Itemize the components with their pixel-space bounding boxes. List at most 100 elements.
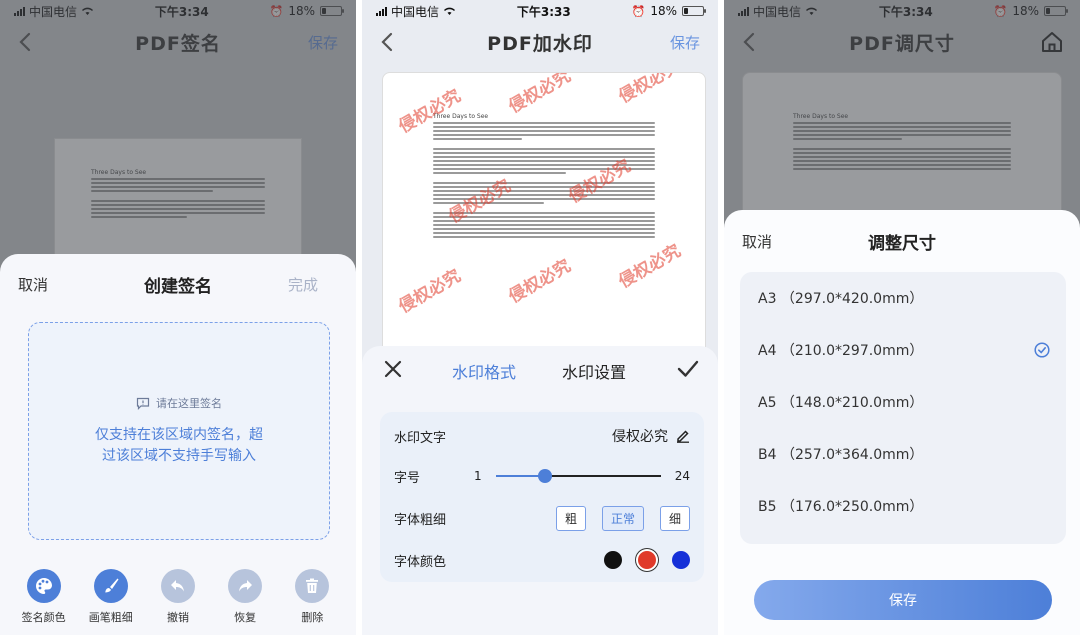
resize-sheet: 取消 调整尺寸 A3 （297.0*420.0mm） A4 （210.0*297…: [724, 210, 1080, 635]
size-option-a4[interactable]: A4 （210.0*297.0mm）: [740, 324, 1066, 376]
tool-label: 撤销: [166, 611, 189, 624]
size-option-label: A5 （148.0*210.0mm）: [758, 395, 924, 411]
watermark-text: 侵权必究: [614, 73, 684, 108]
cancel-button[interactable]: 取消: [742, 231, 772, 252]
watermark-text: 侵权必究: [564, 155, 634, 208]
doc-heading: Three Days to See: [793, 113, 849, 120]
signature-canvas[interactable]: 请在这里签名 仅支持在该区域内签名，超过该区域不支持手写输入: [28, 322, 330, 540]
battery-icon: [1044, 6, 1068, 16]
size-option-b5[interactable]: B5 （176.0*250.0mm）: [740, 480, 1066, 532]
screen-pdf-signature: 中国电信 下午3:34 ⏰ 18% PDF签名 保存 Three Days to…: [0, 0, 356, 635]
check-icon[interactable]: [676, 358, 700, 380]
tool-signature-color[interactable]: 签名颜色: [14, 569, 74, 625]
font-size-slider[interactable]: [495, 469, 661, 483]
signal-icon: [376, 6, 387, 16]
paper-size-list: A3 （297.0*420.0mm） A4 （210.0*297.0mm） A5…: [740, 272, 1066, 544]
color-swatch-black[interactable]: [604, 551, 622, 569]
time-label: 下午3:34: [878, 4, 933, 19]
signature-toolbar: 签名颜色 画笔粗细 撤销 恢复 删除: [0, 569, 356, 625]
back-icon[interactable]: [14, 30, 38, 54]
signature-sheet: 取消 创建签名 完成 请在这里签名 仅支持在该区域内签名，超过该区域不支持手写输…: [0, 254, 356, 635]
battery-label: 18%: [288, 4, 315, 18]
tool-label: 删除: [301, 611, 324, 624]
alarm-icon: ⏰: [269, 4, 284, 18]
save-link[interactable]: 保存: [308, 32, 338, 53]
weight-thin-button[interactable]: 细: [659, 505, 690, 531]
weight-bold-button[interactable]: 粗: [555, 505, 586, 531]
undo-icon: [170, 580, 184, 592]
screen-pdf-watermark: 中国电信 下午3:33 ⏰ 18% PDF加水印 保存 Three Days t…: [362, 0, 718, 635]
pdf-page: Three Days to See: [54, 138, 302, 268]
watermark-text: 侵权必究: [444, 175, 514, 228]
size-option-label: B5 （176.0*250.0mm）: [758, 499, 924, 515]
row-label: 水印文字: [394, 430, 447, 446]
size-option-label: B4 （257.0*364.0mm）: [758, 447, 924, 463]
size-option-label: A4 （210.0*297.0mm）: [758, 343, 924, 359]
tab-watermark-settings[interactable]: 水印设置: [562, 359, 626, 383]
sheet-title: 创建签名: [144, 276, 212, 297]
carrier-label: 中国电信: [753, 4, 802, 19]
watermark-text: 侵权必究: [394, 265, 464, 318]
size-option-a3[interactable]: A3 （297.0*420.0mm）: [740, 272, 1066, 324]
watermark-layer: 侵权必究 侵权必究 侵权必究 侵权必究 侵权必究 侵权必究 侵权必究 侵权必究: [394, 73, 684, 318]
alarm-icon: ⏰: [631, 4, 646, 18]
done-button[interactable]: 完成: [288, 274, 318, 295]
row-font-size: 字号 1 24: [394, 462, 690, 490]
tool-brush-size[interactable]: 画笔粗细: [81, 569, 141, 625]
comment-icon: [136, 397, 150, 410]
back-icon[interactable]: [376, 30, 400, 54]
pdf-page: Three Days to See: [742, 72, 1062, 232]
weight-normal-button[interactable]: 正常: [601, 505, 644, 531]
row-font-weight: 字体粗细 粗 正常 细: [394, 504, 690, 532]
tool-label: 画笔粗细: [88, 611, 133, 624]
page-title: PDF签名: [135, 32, 221, 55]
save-link[interactable]: 保存: [670, 32, 700, 53]
sign-hint: 请在这里签名: [136, 395, 222, 411]
palette-icon: [35, 578, 52, 594]
tool-undo[interactable]: 撤销: [148, 569, 208, 625]
battery-label: 18%: [1012, 4, 1039, 18]
color-swatch-blue[interactable]: [672, 551, 690, 569]
close-icon[interactable]: [382, 358, 404, 380]
size-option-b4[interactable]: B4 （257.0*364.0mm）: [740, 428, 1066, 480]
watermark-text: 侵权必究: [504, 255, 574, 308]
watermark-text-value: 侵权必究: [612, 429, 668, 445]
slider-handle[interactable]: [538, 469, 553, 483]
home-icon[interactable]: [1040, 30, 1064, 54]
carrier-label: 中国电信: [29, 4, 78, 19]
battery-label: 18%: [650, 4, 677, 18]
tool-delete[interactable]: 删除: [282, 569, 342, 625]
slider-min-label: 1: [474, 469, 482, 483]
slider-max-label: 24: [674, 469, 690, 483]
sign-hint-text: 请在这里签名: [156, 397, 222, 410]
back-icon[interactable]: [738, 30, 762, 54]
screen-pdf-resize: 中国电信 下午3:34 ⏰ 18% PDF调尺寸 Three Days to S…: [724, 0, 1080, 635]
edit-icon: [677, 430, 689, 443]
doc-heading: Three Days to See: [91, 169, 147, 176]
tab-watermark-format[interactable]: 水印格式: [452, 359, 516, 383]
color-swatch-red[interactable]: [638, 551, 656, 569]
signal-icon: [14, 6, 25, 16]
save-button[interactable]: 保存: [754, 580, 1052, 620]
redo-icon: [239, 580, 253, 592]
cancel-button[interactable]: 取消: [18, 274, 48, 295]
wifi-icon: [444, 7, 456, 15]
tool-redo[interactable]: 恢复: [215, 569, 275, 625]
font-weight-options: 粗 正常 细: [555, 505, 690, 531]
tool-label: 恢复: [234, 611, 257, 624]
size-option-a5[interactable]: A5 （148.0*210.0mm）: [740, 376, 1066, 428]
watermark-settings-panel: 水印文字 侵权必究 字号 1 24 字体粗细 粗 正常 细 字体颜色: [380, 412, 704, 582]
signal-icon: [738, 6, 749, 16]
nav-bar: PDF签名 保存: [0, 22, 356, 62]
size-option-label: A3 （297.0*420.0mm）: [758, 291, 924, 307]
battery-icon: [320, 6, 344, 16]
nav-bar: PDF加水印 保存: [362, 22, 718, 62]
time-label: 下午3:33: [516, 4, 571, 19]
pdf-page: Three Days to See 侵权必究 侵权必究 侵权必究 侵权必究 侵权…: [382, 72, 706, 372]
status-bar: 中国电信 下午3:34 ⏰ 18%: [724, 0, 1080, 22]
wifi-icon: [806, 7, 818, 15]
watermark-sheet: 水印格式 水印设置 水印文字 侵权必究 字号 1 24 字体粗细 粗 正常 细 …: [362, 346, 718, 635]
row-label: 字体颜色: [394, 554, 447, 570]
alarm-icon: ⏰: [993, 4, 1008, 18]
watermark-text-field[interactable]: 侵权必究: [612, 426, 690, 446]
